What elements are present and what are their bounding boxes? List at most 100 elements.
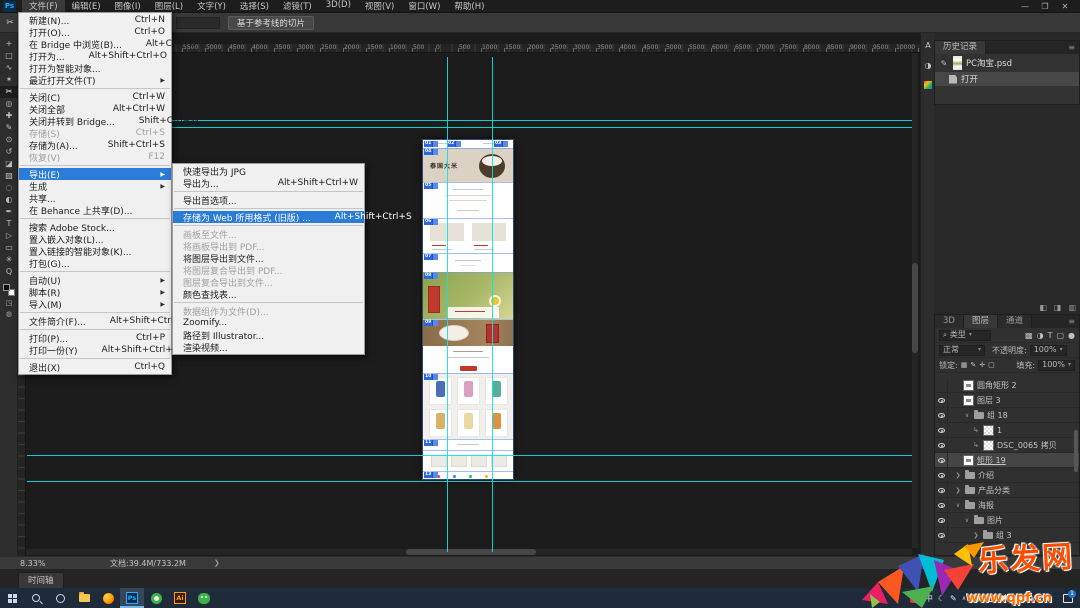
taskbar-photoshop-icon[interactable]: Ps [120, 588, 144, 608]
export-submenu-item-4[interactable]: 存储为 Web 所用格式 (旧版) ...Alt+Shift+Ctrl+S [173, 211, 364, 223]
layer-row[interactable]: ❯产品分类 [935, 483, 1079, 498]
healing-brush-tool[interactable]: ✚ [0, 110, 18, 122]
visibility-toggle[interactable] [935, 468, 948, 483]
visibility-toggle[interactable] [935, 408, 948, 423]
visibility-toggle[interactable] [935, 528, 948, 543]
tab-history[interactable]: 历史记录 [935, 41, 986, 54]
taskbar-explorer-icon[interactable] [72, 588, 96, 608]
pen-icon[interactable]: ✎ [950, 594, 957, 603]
guide-vertical[interactable] [447, 57, 448, 552]
adjustments-panel-icon[interactable]: ◑ [921, 59, 935, 73]
foreground-color-swatch[interactable] [3, 284, 10, 291]
layer-row[interactable]: 图层 3 [935, 393, 1079, 408]
slice-badge-01[interactable]: 01 [424, 141, 438, 147]
file-menu-item-3[interactable]: 在 Bridge 中浏览(B)...Alt+Ctrl+O [19, 38, 171, 50]
toolbar-extra-icon-2[interactable]: ◍ [0, 309, 18, 320]
file-menu-item-26[interactable]: 打印一份(Y)Alt+Shift+Ctrl+P [19, 344, 171, 356]
file-menu-item-8[interactable]: 关闭全部Alt+Ctrl+W [19, 103, 171, 115]
filter-icon[interactable]: ● [1068, 331, 1075, 340]
layer-row[interactable]: ❯组 3 [935, 528, 1079, 543]
slice-badge-04[interactable]: 04 [424, 149, 438, 155]
disclosure-closed-icon[interactable]: ❯ [954, 487, 962, 494]
guide-horizontal[interactable] [27, 481, 912, 482]
menubar-item-9[interactable]: 视图(V) [358, 0, 401, 13]
tab-timeline[interactable]: 时间轴 [18, 572, 64, 588]
menubar-item-7[interactable]: 滤镜(T) [276, 0, 319, 13]
minimize-icon[interactable]: — [1018, 2, 1032, 11]
visibility-toggle[interactable] [935, 483, 948, 498]
file-menu-item-18[interactable]: 置入嵌入对象(L)... [19, 233, 171, 245]
toolbar-extra-icon-1[interactable]: ◳ [0, 298, 18, 309]
file-menu-item-14[interactable]: 生成▶ [19, 180, 171, 192]
file-menu-item-4[interactable]: 打开为...Alt+Shift+Ctrl+O [19, 50, 171, 62]
clone-stamp-tool[interactable]: ⊙ [0, 134, 18, 146]
taskbar-firefox-icon[interactable] [96, 588, 120, 608]
gradient-tool[interactable]: ▨ [0, 170, 18, 182]
slices-from-guides-button[interactable]: 基于参考线的切片 [228, 16, 314, 30]
filter-icons[interactable]: ▩◑T▢● [1025, 331, 1075, 340]
lock-icon[interactable]: ▦ [961, 361, 968, 369]
type-tool[interactable]: T [0, 218, 18, 230]
zoom-level[interactable]: 8.33% [20, 559, 80, 568]
path-selection-tool[interactable]: ▷ [0, 230, 18, 242]
layer-row[interactable]: ❯介绍 [935, 468, 1079, 483]
chevron-up-icon[interactable]: ∧ [962, 595, 966, 602]
menubar-item-11[interactable]: 帮助(H) [447, 0, 491, 13]
menubar-item-10[interactable]: 窗口(W) [401, 0, 447, 13]
layer-row[interactable]: ∨图片 [935, 513, 1079, 528]
guide-vertical[interactable] [492, 57, 493, 552]
slice-badge-11[interactable]: 11 [424, 440, 438, 446]
volume-icon[interactable] [1000, 594, 1006, 602]
taskbar-search-icon[interactable] [24, 588, 48, 608]
document-canvas[interactable]: 泰国大米 [423, 140, 513, 479]
history-brush-tool[interactable]: ↺ [0, 146, 18, 158]
visibility-toggle[interactable] [935, 378, 948, 393]
lasso-tool[interactable]: ∿ [0, 62, 18, 74]
file-menu-item-19[interactable]: 置入链接的智能对象(K)... [19, 245, 171, 257]
panel-menu-icon[interactable]: ≡ [1068, 315, 1079, 328]
magic-wand-tool[interactable]: ✶ [0, 74, 18, 86]
export-submenu-item-7[interactable]: 将图层导出到文件... [173, 252, 364, 264]
menubar-item-8[interactable]: 3D(D) [319, 0, 358, 13]
vertical-scrollbar[interactable] [912, 53, 918, 548]
filter-type-dropdown[interactable]: ⌕ 类型 ▾ [939, 330, 991, 341]
file-menu-item-6[interactable]: 最近打开文件(T)▶ [19, 74, 171, 86]
visibility-toggle[interactable] [935, 513, 948, 528]
slice-badge-07[interactable]: 07 [424, 254, 438, 260]
taskbar-wechat-icon[interactable] [192, 588, 216, 608]
disclosure-open-icon[interactable]: ∨ [963, 517, 971, 524]
file-menu-item-9[interactable]: 关闭并转到 Bridge...Shift+Ctrl+W [19, 115, 171, 127]
history-brush-icon[interactable]: ✎ [939, 59, 949, 68]
file-menu-item-15[interactable]: 共享... [19, 192, 171, 204]
pen-tool[interactable]: ✒ [0, 206, 18, 218]
height-input[interactable] [176, 17, 220, 29]
eraser-tool[interactable]: ◪ [0, 158, 18, 170]
history-snapshot-row[interactable]: ✎ PC淘宝.psd [935, 54, 1079, 72]
layer-row[interactable]: 矩形 19 [935, 453, 1079, 468]
color-swatches[interactable] [0, 282, 18, 298]
export-submenu-item-14[interactable]: 渲染视频... [173, 341, 364, 353]
slice-badge-02[interactable]: 02 [447, 141, 461, 147]
disclosure-closed-icon[interactable]: ❯ [954, 472, 962, 479]
marquee-tool[interactable]: □ [0, 50, 18, 62]
layer-row[interactable]: 圆角矩形 2 [935, 378, 1079, 393]
opacity-dropdown[interactable]: 100%▾ [1030, 345, 1067, 356]
layer-row[interactable]: ∨海报 [935, 498, 1079, 513]
move-tool[interactable]: + [0, 38, 18, 50]
slice-badge-06[interactable]: 06 [424, 219, 438, 225]
file-menu-item-23[interactable]: 导入(M)▶ [19, 298, 171, 310]
layer-row[interactable]: ↳DSC_0065 拷贝 [935, 438, 1079, 453]
tab-channels[interactable]: 通道 [998, 315, 1032, 328]
export-submenu-item-12[interactable]: Zoomify... [173, 317, 364, 329]
slice-badge-09[interactable]: 09 [424, 320, 438, 326]
filter-icon[interactable]: ◑ [1037, 331, 1044, 340]
maximize-icon[interactable]: ❐ [1038, 2, 1052, 11]
horizontal-scrollbar[interactable] [26, 549, 912, 555]
menubar-item-6[interactable]: 选择(S) [233, 0, 276, 13]
file-menu-item-24[interactable]: 文件简介(F)...Alt+Shift+Ctrl+I [19, 315, 171, 327]
dock-icon[interactable]: ▥ [1068, 303, 1076, 312]
tab-layers[interactable]: 图层 [964, 315, 998, 328]
file-menu-item-27[interactable]: 退出(X)Ctrl+Q [19, 361, 171, 373]
eyedropper-tool[interactable]: ◎ [0, 98, 18, 110]
export-submenu-item-13[interactable]: 路径到 Illustrator... [173, 329, 364, 341]
